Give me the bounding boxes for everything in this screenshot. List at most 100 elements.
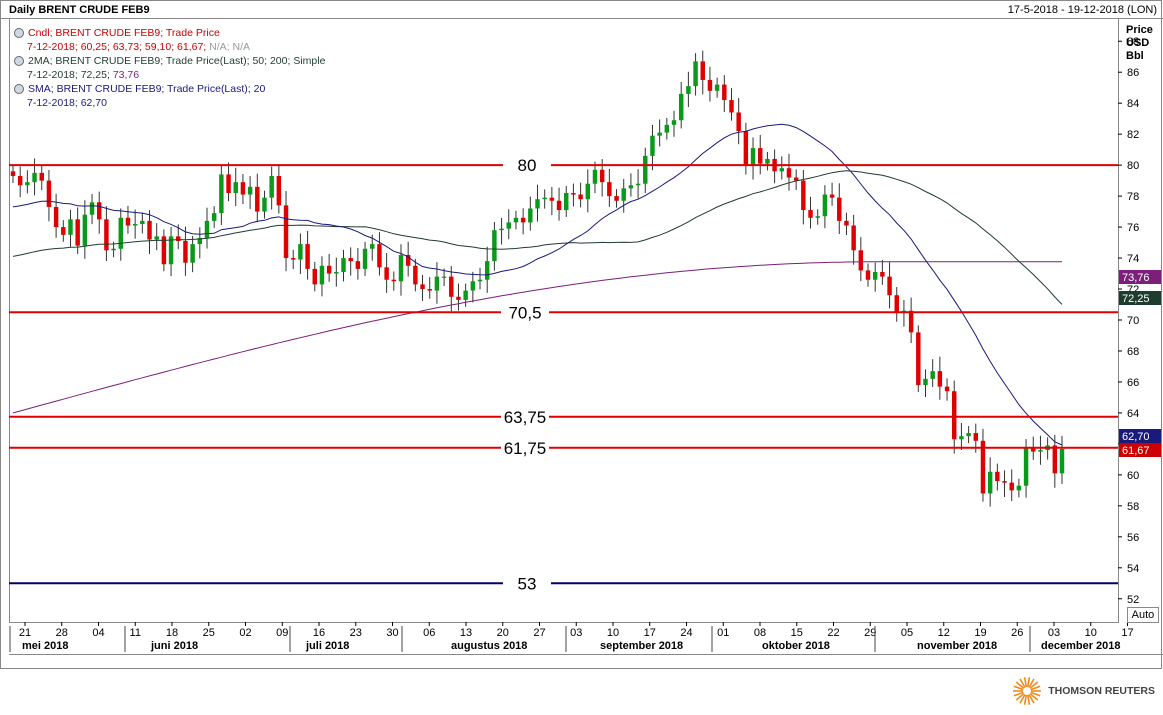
x-tick-label: 17 [644,627,656,639]
candle [858,237,864,282]
candle-body [463,290,468,300]
candle [937,356,943,400]
candle-body [937,371,943,387]
candle [484,246,490,293]
candle-body [808,210,813,218]
x-tick-label: 09 [276,627,288,639]
legend-2ma[interactable]: 2MA; BRENT CRUDE FEB9; Trade Price(Last)… [14,54,325,68]
candle [262,190,267,219]
level-label: 70,5 [508,303,541,322]
candle-body [305,244,310,269]
candle-body [1023,448,1029,486]
candle-body [377,244,382,268]
candle-body [765,158,770,164]
candle-body [851,225,856,251]
candle [851,214,856,265]
auto-scale-button[interactable]: Auto [1127,607,1159,623]
x-tick-label: 10 [1085,627,1097,639]
candle-body [240,182,246,195]
candle-body [312,268,317,285]
candle [10,164,16,183]
candle [1038,435,1043,465]
candle [398,244,404,296]
candle-body [1059,449,1065,474]
candle [168,226,174,277]
candle [872,262,878,292]
candle-body [707,79,713,91]
candle-body [75,219,80,246]
month-label: juli 2018 [305,640,349,652]
y-tick-label: 58 [1127,501,1139,513]
y-tick-label: 56 [1127,532,1139,544]
thomson-reuters-logo-icon [1013,677,1042,705]
candle [161,229,167,272]
candle [290,249,296,270]
candle-body [492,230,497,262]
candle-body [714,84,720,91]
candle-body [269,175,274,198]
candle [499,217,504,245]
candle-body [822,194,828,217]
candle [492,221,497,271]
candle-body [966,433,971,437]
candle [829,182,835,206]
candle [822,185,828,229]
legend-candle[interactable]: Cndl; BRENT CRUDE FEB9; Trade Price [14,26,325,40]
month-label: juni 2018 [150,640,198,652]
x-tick-label: 19 [974,627,986,639]
legend-sma[interactable]: SMA; BRENT CRUDE FEB9; Trade Price(Last)… [14,82,325,96]
candle [865,263,871,287]
candle [571,183,576,207]
candle [657,119,662,147]
candle-body [1016,485,1022,491]
candle [549,186,555,216]
candle-body [348,258,353,262]
candle-body [607,182,612,197]
x-tick-label: 10 [607,627,619,639]
candle [736,98,741,145]
candle-body [449,276,454,297]
candle-body [542,197,547,200]
candle-body [53,206,59,228]
legend-candle-na: N/A; N/A [206,41,250,53]
candle-body [736,112,741,132]
candle [908,297,914,344]
candle-body [89,202,95,215]
candle-body [111,248,116,251]
x-tick-label: 21 [19,627,31,639]
candle [506,209,511,240]
candle-body [916,332,921,386]
candle [779,156,785,180]
candle [470,271,476,303]
candle-body [578,194,583,200]
candle [355,247,361,280]
candle [643,147,648,194]
candle-body [951,391,957,440]
candle-body [528,208,533,223]
candle-body [132,223,138,226]
candle [233,167,238,207]
legend-2ma-title: 2MA; BRENT CRUDE FEB9; Trade Price(Last)… [28,55,326,67]
candle [520,208,526,235]
y-tick-label: 86 [1127,67,1139,79]
candle-body [635,183,641,186]
candle-body [643,155,648,184]
candle-body [118,217,124,249]
logo-ray [1024,694,1028,705]
y-tick-label: 76 [1127,222,1139,234]
candle-body [592,169,598,184]
candle [89,194,95,225]
candle [693,53,698,96]
candle-body [743,131,749,166]
candle-body [779,168,785,172]
x-tick-label: 11 [130,627,141,639]
candle [82,200,88,259]
candle-body [599,169,605,183]
candle-body [499,228,504,231]
candle-body [693,61,698,87]
candle [25,170,30,194]
x-tick-label: 23 [350,627,362,639]
chart-title: Daily BRENT CRUDE FEB9 [9,4,150,16]
candle [197,227,203,259]
y-tick-label: 68 [1127,346,1139,358]
